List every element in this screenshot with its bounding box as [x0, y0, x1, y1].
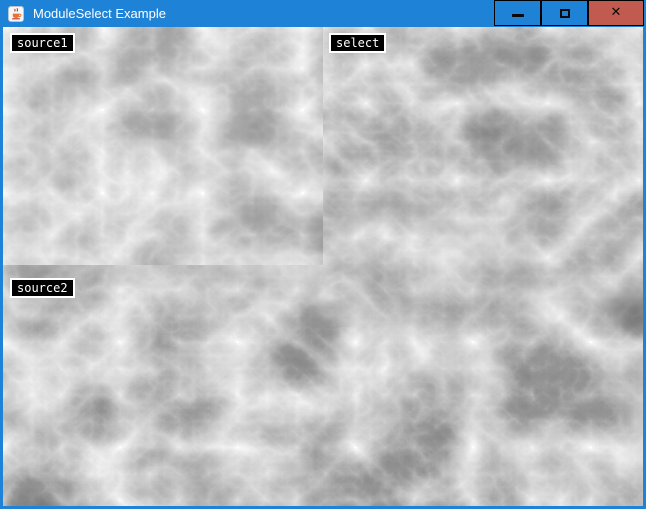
close-icon: ✕ — [611, 0, 622, 26]
minimize-icon — [512, 14, 524, 17]
maximize-icon — [560, 9, 570, 18]
maximize-button[interactable] — [541, 0, 588, 26]
source1-noise-image — [3, 27, 323, 265]
java-coffee-cup-icon — [8, 6, 24, 22]
window-title: ModuleSelect Example — [33, 0, 166, 27]
window-controls: ✕ — [494, 0, 644, 26]
noise-canvas: source1 select source2 — [3, 27, 643, 506]
titlebar[interactable]: ModuleSelect Example ✕ — [0, 0, 646, 27]
minimize-button[interactable] — [494, 0, 541, 26]
close-button[interactable]: ✕ — [588, 0, 644, 26]
noise-render — [3, 27, 643, 506]
app-window: ModuleSelect Example ✕ — [0, 0, 646, 509]
